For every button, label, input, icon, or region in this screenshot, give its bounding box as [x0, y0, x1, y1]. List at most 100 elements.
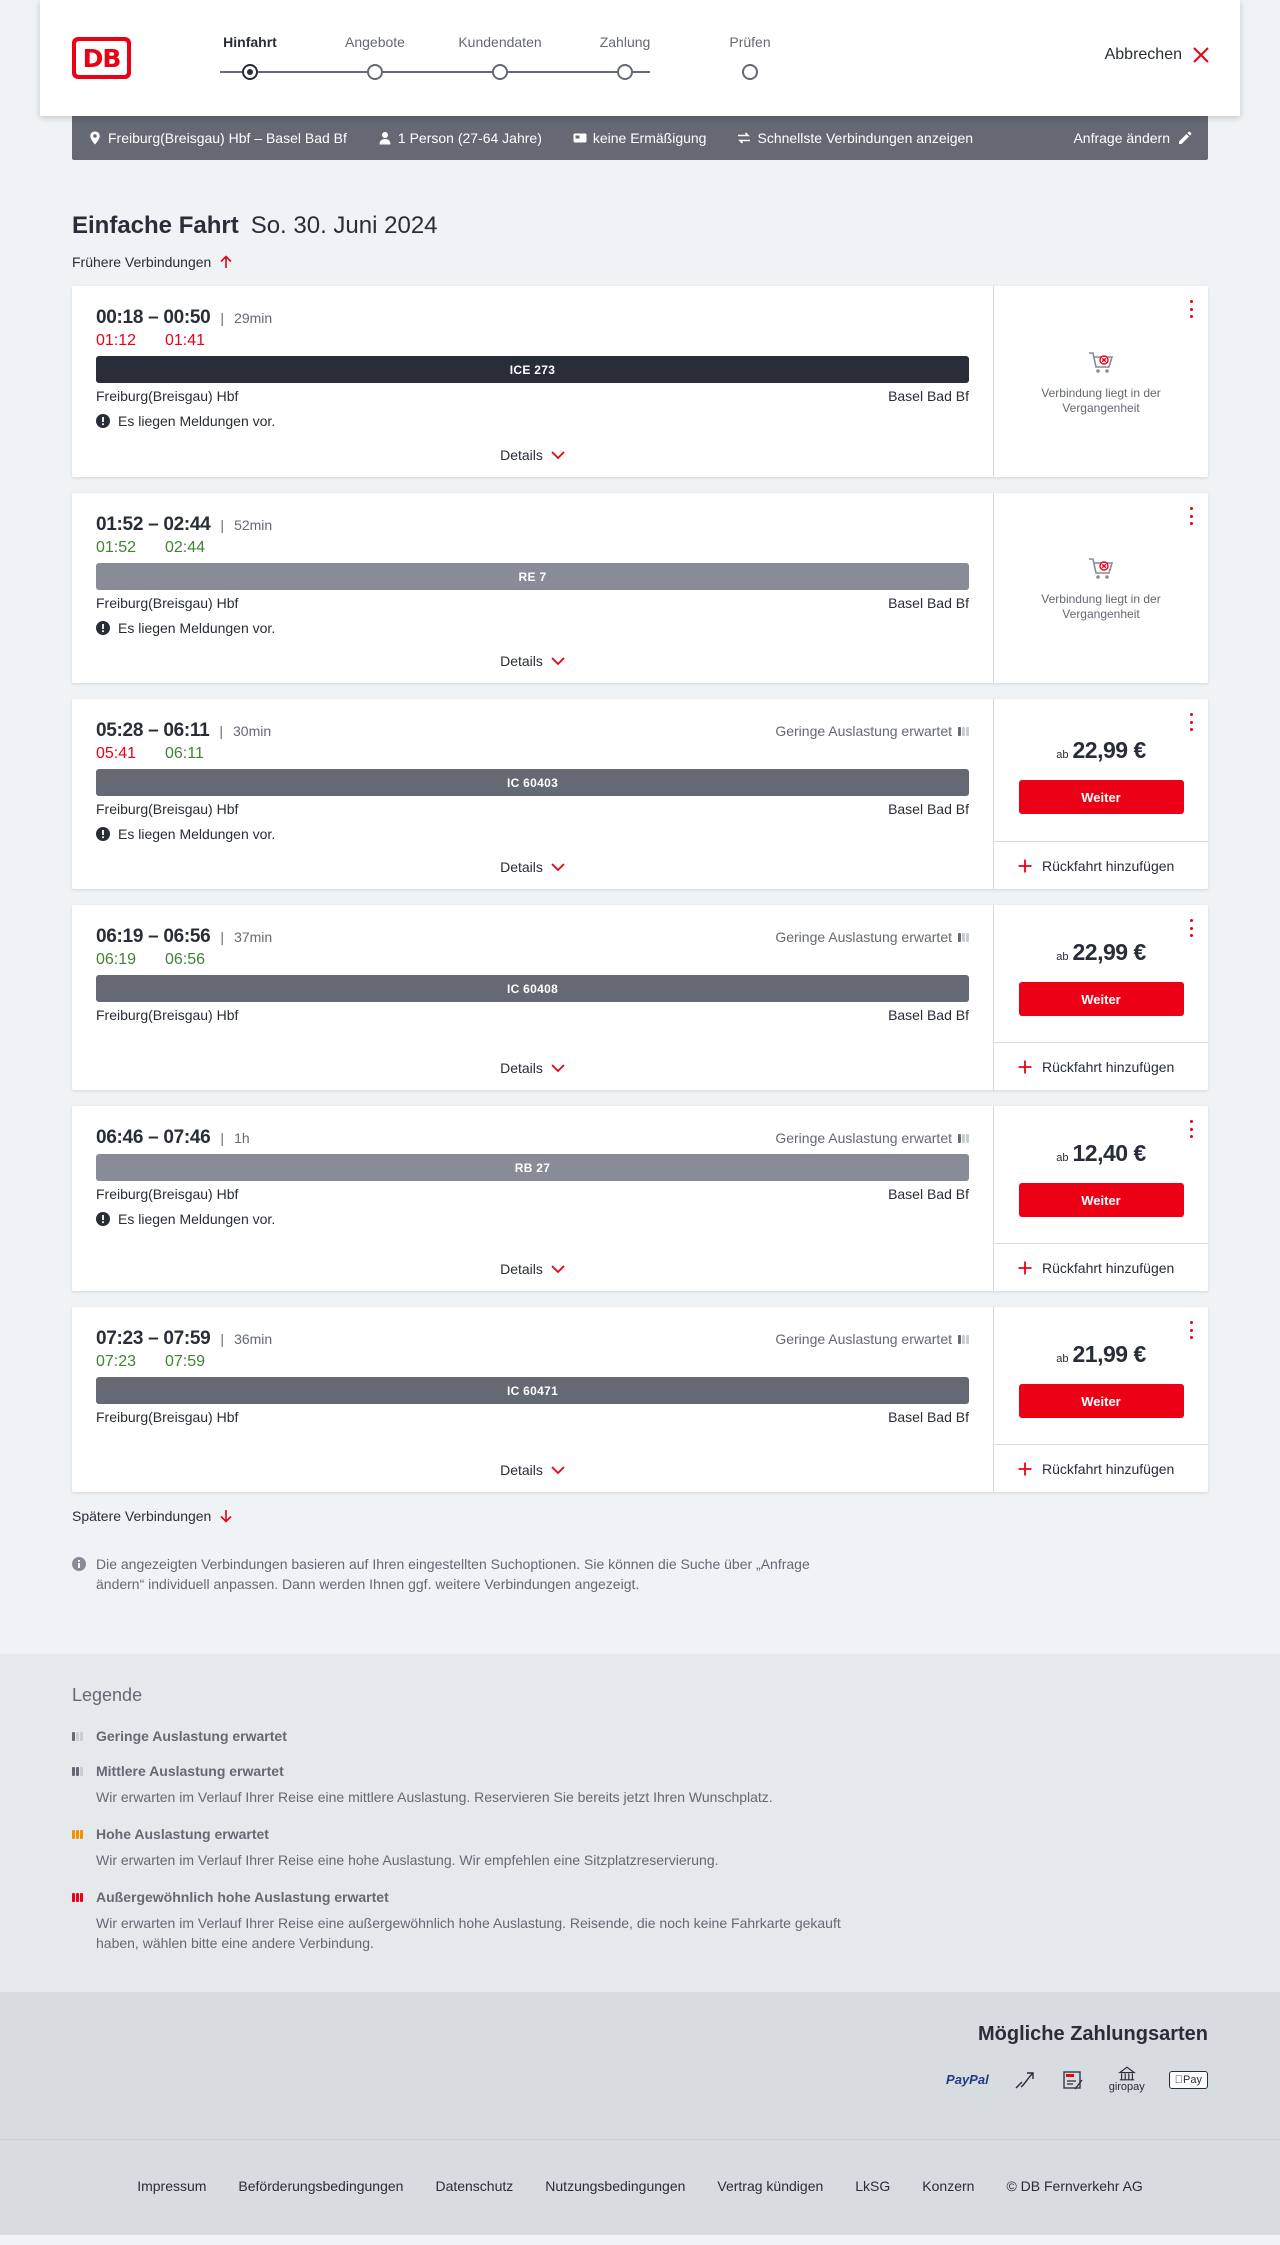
- footer-link-lksg[interactable]: LkSG: [855, 2178, 890, 2194]
- price-box: ab 22,99 € Weiter: [994, 905, 1208, 1042]
- footer-link-nutzungsbedingungen[interactable]: Nutzungsbedingungen: [545, 2178, 685, 2194]
- duration: 1h: [234, 1130, 250, 1146]
- fastest-text: Schnellste Verbindungen anzeigen: [757, 130, 974, 146]
- origin-station: Freiburg(Breisgau) Hbf: [96, 1186, 239, 1202]
- more-options-icon[interactable]: [1188, 507, 1194, 525]
- separator: |: [220, 1130, 225, 1146]
- cart-cross-icon: [1089, 558, 1114, 579]
- more-options-icon[interactable]: [1188, 300, 1194, 318]
- footer-link-impressum[interactable]: Impressum: [137, 2178, 206, 2194]
- legend-item-extreme: Außergewöhnlich hohe Auslastung erwartet…: [72, 1889, 1208, 1953]
- destination-station: Basel Bad Bf: [888, 1007, 969, 1023]
- sepa-icon: [1061, 2068, 1085, 2092]
- connection-info: 06:46 – 07:46 | 1h Geringe Auslastung er…: [72, 1106, 993, 1291]
- payment-methods: Mögliche Zahlungsarten PayPal giropay P…: [0, 1992, 1280, 2139]
- legend-item-title: Außergewöhnlich hohe Auslastung erwartet: [96, 1889, 389, 1905]
- duration: 30min: [233, 723, 272, 739]
- footer-link-vertrag-kuendigen[interactable]: Vertrag kündigen: [717, 2178, 823, 2194]
- occupancy-text: Geringe Auslastung erwartet: [775, 1331, 952, 1347]
- train-bar[interactable]: RE 7: [96, 563, 969, 590]
- more-options-icon[interactable]: [1188, 919, 1194, 937]
- separator: |: [219, 723, 224, 739]
- price-prefix: ab: [1056, 951, 1069, 963]
- plus-icon: [1018, 1261, 1032, 1274]
- earlier-connections-link[interactable]: Frühere Verbindungen: [72, 254, 1208, 270]
- footer-link-befoerderungsbedingungen[interactable]: Beförderungsbedingungen: [238, 2178, 403, 2194]
- price-prefix: ab: [1056, 1152, 1069, 1164]
- separator: |: [220, 310, 225, 326]
- legend-item-title: Hohe Auslastung erwartet: [96, 1826, 269, 1842]
- continue-button[interactable]: Weiter: [1018, 1183, 1184, 1217]
- connection-list: 00:18 – 00:50 | 29min 01:12 01:41 ICE 27…: [72, 286, 1208, 1492]
- connection-action: Verbindung liegt in der Vergangenheit: [993, 493, 1208, 683]
- plus-icon: [1018, 1462, 1032, 1475]
- connection-card: 07:23 – 07:59 | 36min Geringe Auslastung…: [72, 1307, 1208, 1492]
- chevron-down-icon: [551, 1466, 565, 1475]
- details-toggle[interactable]: Details: [96, 1462, 969, 1478]
- continue-button[interactable]: Weiter: [1018, 982, 1184, 1016]
- past-connection-notice: Verbindung liegt in der Vergangenheit: [994, 493, 1208, 683]
- discount-summary: keine Ermäßigung: [573, 130, 706, 146]
- legend-item-desc: Wir erwarten im Verlauf Ihrer Reise eine…: [96, 1852, 719, 1868]
- planned-times: 01:52 – 02:44: [96, 514, 211, 535]
- add-return-button[interactable]: Rückfahrt hinzufügen: [994, 1243, 1208, 1291]
- occupancy-indicator: Geringe Auslastung erwartet: [775, 929, 969, 945]
- db-logo[interactable]: DB: [72, 37, 131, 79]
- exclamation-icon: [96, 1212, 110, 1226]
- separator: |: [220, 1331, 225, 1347]
- train-bar[interactable]: ICE 273: [96, 356, 969, 383]
- legend-item-medium: Mittlere Auslastung erwartet Wir erwarte…: [72, 1763, 1208, 1807]
- later-connections-link[interactable]: Spätere Verbindungen: [72, 1508, 1208, 1524]
- realtime-arrival: 07:59: [165, 1353, 206, 1370]
- train-bar[interactable]: IC 60408: [96, 975, 969, 1002]
- details-toggle[interactable]: Details: [96, 447, 969, 463]
- pencil-icon: [1179, 131, 1192, 144]
- details-toggle[interactable]: Details: [96, 1261, 969, 1277]
- footer-link-datenschutz[interactable]: Datenschutz: [435, 2178, 513, 2194]
- edit-request-button[interactable]: Anfrage ändern: [1073, 130, 1192, 146]
- details-toggle[interactable]: Details: [96, 859, 969, 875]
- exclamation-icon: [96, 621, 110, 635]
- cancel-button[interactable]: Abbrechen: [1105, 46, 1210, 64]
- continue-button[interactable]: Weiter: [1018, 1384, 1184, 1418]
- add-return-button[interactable]: Rückfahrt hinzufügen: [994, 1444, 1208, 1492]
- disruption-notice: Es liegen Meldungen vor.: [96, 412, 969, 430]
- connection-card: 00:18 – 00:50 | 29min 01:12 01:41 ICE 27…: [72, 286, 1208, 477]
- details-toggle[interactable]: Details: [96, 653, 969, 669]
- train-bar[interactable]: IC 60471: [96, 1377, 969, 1404]
- duration: 37min: [234, 929, 273, 945]
- price-value: 22,99 €: [1072, 939, 1147, 965]
- step-label: Zahlung: [599, 34, 651, 50]
- planned-times: 05:28 – 06:11: [96, 720, 210, 741]
- more-options-icon[interactable]: [1188, 713, 1194, 731]
- chevron-down-icon: [551, 451, 565, 460]
- add-return-button[interactable]: Rückfahrt hinzufügen: [994, 1042, 1208, 1090]
- connection-card: 01:52 – 02:44 | 52min 01:52 02:44 RE 7 F…: [72, 493, 1208, 683]
- continue-button[interactable]: Weiter: [1018, 780, 1184, 814]
- notice-text: Es liegen Meldungen vor.: [118, 826, 276, 842]
- realtime-arrival: 01:41: [165, 332, 206, 349]
- footer-link-konzern[interactable]: Konzern: [922, 2178, 974, 2194]
- exclamation-icon: [96, 827, 110, 841]
- step-label: Angebote: [345, 34, 405, 50]
- details-label: Details: [500, 1060, 543, 1076]
- step-zahlung: Zahlung: [580, 34, 670, 80]
- load-extreme-icon: [72, 1892, 88, 1902]
- details-toggle[interactable]: Details: [96, 1060, 969, 1076]
- connection-info: 05:28 – 06:11 | 30min Geringe Auslastung…: [72, 699, 993, 889]
- destination-station: Basel Bad Bf: [888, 801, 969, 817]
- train-bar[interactable]: RB 27: [96, 1154, 969, 1181]
- occupancy-indicator: Geringe Auslastung erwartet: [775, 1331, 969, 1347]
- origin-station: Freiburg(Breisgau) Hbf: [96, 801, 239, 817]
- chevron-down-icon: [551, 1265, 565, 1274]
- info-text: Die angezeigten Verbindungen basieren au…: [96, 1556, 810, 1592]
- separator: |: [220, 929, 225, 945]
- plus-icon: [1018, 1060, 1032, 1073]
- add-return-button[interactable]: Rückfahrt hinzufügen: [994, 841, 1208, 889]
- details-label: Details: [500, 653, 543, 669]
- more-options-icon[interactable]: [1188, 1120, 1194, 1138]
- train-bar[interactable]: IC 60403: [96, 769, 969, 796]
- more-options-icon[interactable]: [1188, 1321, 1194, 1339]
- realtime-departure: 07:23: [96, 1353, 137, 1370]
- bahncard-icon: [573, 133, 587, 143]
